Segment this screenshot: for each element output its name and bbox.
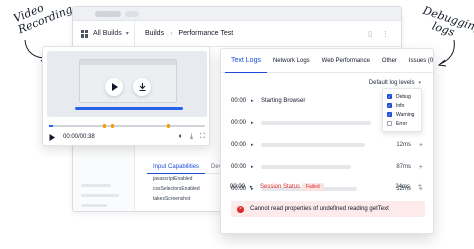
logs-tabs: Text Logs Network Logs Web Performance O…: [221, 49, 433, 73]
tab-other[interactable]: Other: [376, 49, 403, 73]
log-row-session-status[interactable]: 00:00 ▸ Session Status Failed 24ms +: [220, 182, 434, 194]
download-icon: [139, 83, 145, 91]
video-player: 00:00/00:38 🔈︎ ⤓ ⛶: [42, 46, 210, 146]
chevron-right-icon[interactable]: ▸: [251, 98, 254, 104]
session-status-label: Session Status: [260, 184, 301, 190]
download-button[interactable]: [133, 78, 151, 96]
download-icon[interactable]: ⤓: [190, 133, 193, 141]
log-message-placeholder: [261, 121, 371, 125]
error-message: Cannot read properties of undefined read…: [250, 206, 389, 212]
debug-logs-panel: Text Logs Network Logs Web Performance O…: [220, 48, 434, 234]
chevron-right-icon[interactable]: ▸: [250, 184, 253, 190]
play-button[interactable]: [105, 78, 123, 96]
log-timestamp: 00:00: [231, 142, 247, 148]
checkbox-checked-icon: ✓: [387, 94, 392, 99]
video-frame-thumbnail: [79, 59, 177, 103]
capability-name: javascriptEnabled: [153, 176, 193, 182]
scrubber-marker: [111, 124, 114, 128]
expand-plus-icon[interactable]: +: [419, 164, 423, 171]
log-timestamp: 00:00: [230, 184, 246, 190]
log-message: Starting Browser: [261, 98, 306, 104]
video-controls: 00:00/00:38 🔈︎ ⤓ ⛶: [49, 132, 205, 142]
checkbox-checked-icon: ✓: [387, 112, 392, 117]
delete-icon[interactable]: ▯: [368, 30, 372, 38]
log-level-label: Info: [396, 102, 405, 109]
log-timestamp: 00:00: [231, 98, 247, 104]
chevron-down-icon: ▾: [125, 31, 129, 37]
tab-web-performance[interactable]: Web Performance: [316, 49, 376, 73]
expand-plus-icon[interactable]: +: [418, 183, 422, 190]
chevron-right-icon[interactable]: ▸: [251, 142, 254, 148]
volume-icon[interactable]: 🔈︎: [179, 133, 183, 141]
video-time: 00:00/00:38: [63, 134, 95, 140]
log-level-option-info[interactable]: ✓ Info: [387, 101, 417, 110]
video-stage[interactable]: [47, 51, 207, 117]
more-icon[interactable]: ⋮: [382, 30, 389, 38]
tab-network-logs[interactable]: Network Logs: [267, 49, 316, 73]
scrubber-marker: [103, 124, 106, 128]
status-badge: Failed: [302, 183, 324, 191]
scrubber-marker: [167, 124, 170, 128]
capability-name: cssSelectorsEnabled: [153, 186, 200, 192]
tab-input-capabilities[interactable]: Input Capabilities: [147, 161, 206, 174]
checkbox-checked-icon: ✓: [387, 103, 392, 108]
all-builds-label: All Builds: [93, 30, 122, 37]
breadcrumb-performance-test: Performance Test: [178, 30, 234, 37]
all-builds-dropdown[interactable]: All Builds ▾: [73, 20, 135, 47]
video-scrubber[interactable]: [49, 124, 205, 128]
sidebar-placeholder: [81, 194, 119, 197]
top-navigation: All Builds ▾ Builds › Performance Test ▯…: [73, 20, 401, 47]
tab-text-logs[interactable]: Text Logs: [225, 49, 267, 73]
sidebar-placeholder: [81, 204, 107, 207]
log-duration: 24ms: [395, 184, 410, 190]
log-timestamp: 00:00: [231, 164, 247, 170]
play-icon[interactable]: [49, 133, 55, 141]
log-duration: 12ms: [396, 142, 411, 148]
nav-icons: ▯ ⋮: [368, 30, 401, 38]
capability-name: takesScreenshot: [153, 196, 191, 202]
fullscreen-icon[interactable]: ⛶: [200, 133, 205, 141]
breadcrumb-builds[interactable]: Builds: [145, 30, 164, 37]
log-level-option-error[interactable]: Error: [387, 119, 417, 128]
checkbox-unchecked-icon: [387, 121, 392, 126]
log-row[interactable]: 00:00 ▸ 12ms +: [221, 139, 433, 151]
log-level-option-debug[interactable]: ✓ Debug: [387, 92, 417, 101]
play-icon: [111, 83, 118, 91]
log-level-label: Debug: [396, 93, 411, 100]
window-titlebar: [73, 7, 401, 21]
error-message-box: × Cannot read properties of undefined re…: [231, 201, 425, 217]
error-icon: ×: [237, 205, 244, 213]
log-row[interactable]: 00:00 ▸ 87ms +: [221, 161, 433, 173]
composite-screenshot: Video Recording Debugging logs All Build…: [0, 0, 474, 249]
breadcrumb: Builds › Performance Test: [135, 30, 233, 37]
titlebar-pill: [95, 11, 121, 17]
expand-plus-icon[interactable]: +: [419, 142, 423, 149]
control-icons: 🔈︎ ⤓ ⛶: [179, 133, 205, 141]
chevron-right-icon[interactable]: ▸: [251, 120, 254, 126]
log-duration: 87ms: [396, 164, 411, 170]
tab-issues[interactable]: Issues (0): [403, 49, 433, 73]
log-message-placeholder: [261, 143, 365, 147]
chevron-right-icon[interactable]: ▸: [251, 164, 254, 170]
sidebar-placeholder: [81, 184, 111, 187]
log-message-placeholder: [261, 165, 351, 169]
log-level-label: Error: [396, 120, 408, 127]
log-level-label: Warning: [396, 111, 415, 118]
log-level-dropdown: ✓ Debug ✓ Info ✓ Warning Error: [382, 88, 422, 132]
log-timestamp: 00:00: [231, 120, 247, 126]
log-level-filter-label: Default log levels: [368, 80, 415, 86]
chevron-down-icon: ▾: [418, 80, 421, 86]
log-level-option-warning[interactable]: ✓ Warning: [387, 110, 417, 119]
grid-icon: [81, 29, 89, 38]
titlebar-pill: [125, 11, 139, 17]
scrubber-progress: [49, 125, 53, 127]
video-highlight-bar: [75, 107, 183, 110]
video-recording-annotation: Video Recording: [11, 1, 75, 37]
breadcrumb-separator: ›: [170, 30, 173, 37]
annotation-arrow-right: [437, 39, 455, 67]
